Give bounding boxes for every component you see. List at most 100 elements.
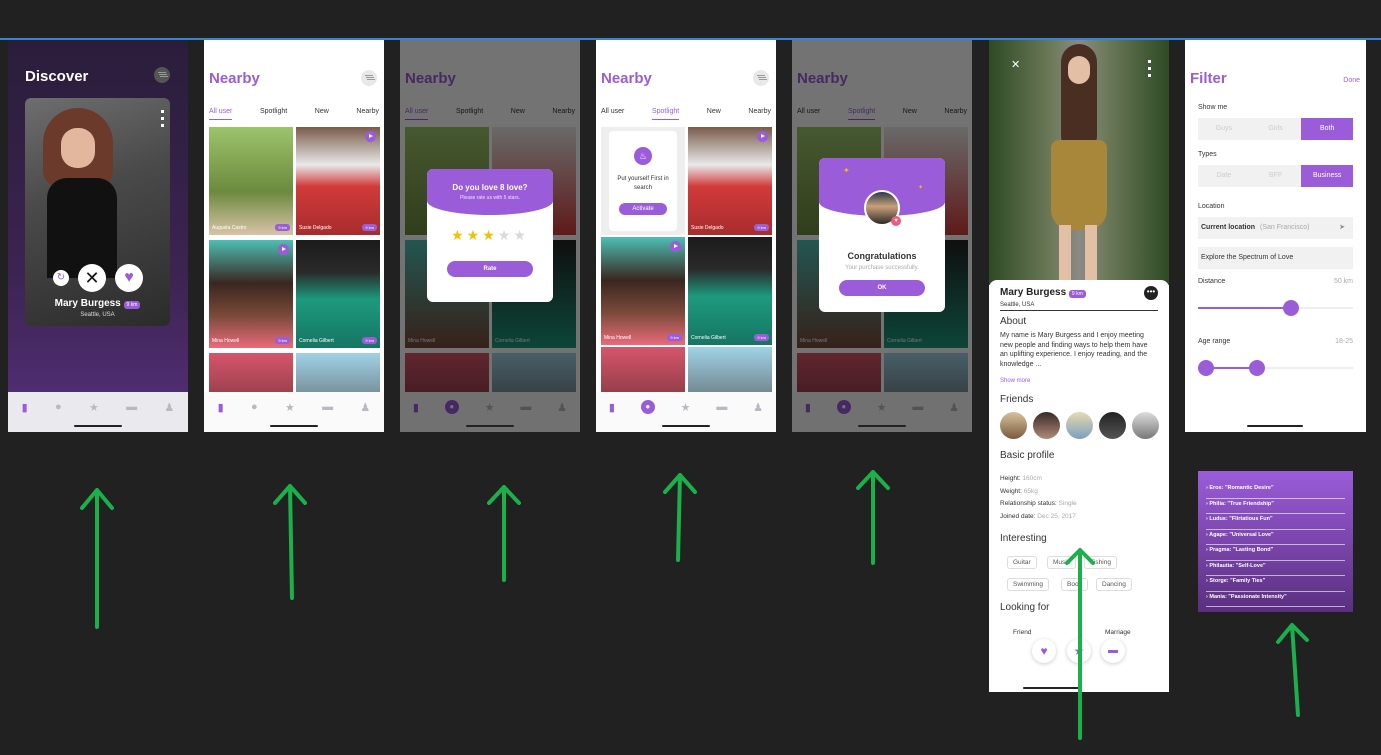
play-icon[interactable] xyxy=(757,131,768,142)
user-tile[interactable]: Cornelia Gilbert 9 km xyxy=(296,240,380,348)
current-location-field[interactable]: Current location (San Francisco) ➤ xyxy=(1198,217,1353,239)
explore-icon[interactable]: ● xyxy=(55,401,62,413)
option-bff[interactable]: BFF xyxy=(1250,165,1302,187)
spotlight-card[interactable]: ♨ Put yourself First in search Activate xyxy=(601,127,685,235)
star-rating[interactable]: ★★★★★ xyxy=(427,227,553,244)
heart-icon[interactable]: ♥ xyxy=(1032,639,1056,663)
star-icon[interactable]: ★ xyxy=(89,401,99,414)
user-icon[interactable]: ♟ xyxy=(753,401,763,414)
chat-icon[interactable]: ▬ xyxy=(1101,639,1125,663)
avatar[interactable] xyxy=(1033,412,1060,439)
user-tile[interactable]: Susie Delgado 9 km xyxy=(688,127,772,235)
filter-icon[interactable] xyxy=(753,70,769,86)
avatar[interactable] xyxy=(1000,412,1027,439)
tile-name: Mina Howell xyxy=(604,335,632,341)
chat-icon[interactable]: ▬ xyxy=(716,401,727,413)
play-icon[interactable] xyxy=(365,131,376,142)
user-tile[interactable]: Susie Delgado 9 km xyxy=(296,127,380,235)
tab-spotlight[interactable]: Spotlight xyxy=(651,108,680,120)
location-arrow-icon[interactable]: ➤ xyxy=(1339,217,1345,239)
more-options-button[interactable]: ••• xyxy=(1144,286,1158,300)
play-icon[interactable] xyxy=(278,244,289,255)
weight-row: Weight: 65kg xyxy=(1000,486,1077,499)
tag[interactable]: Book xyxy=(1061,578,1088,591)
sparkle-icon: ✦ xyxy=(917,185,923,191)
avatar[interactable] xyxy=(1099,412,1126,439)
star-icon[interactable]: ★ xyxy=(681,401,691,414)
play-icon[interactable] xyxy=(670,241,681,252)
show-more-link[interactable]: Show more xyxy=(1000,378,1030,384)
option-business[interactable]: Business xyxy=(1301,165,1354,187)
close-icon[interactable]: ✕ xyxy=(1011,58,1020,71)
tab-all-user[interactable]: All user xyxy=(209,108,233,120)
explore-icon[interactable]: ● xyxy=(640,400,655,414)
explore-icon[interactable]: ● xyxy=(251,401,258,413)
cards-icon[interactable]: ▮ xyxy=(22,401,28,414)
chat-icon[interactable]: ▬ xyxy=(322,401,333,413)
tab-spotlight[interactable]: Spotlight xyxy=(260,108,287,120)
relationship-row: Relationship status: Single xyxy=(1000,498,1077,511)
heart-badge-icon: ♥ xyxy=(891,216,901,226)
avatar[interactable] xyxy=(1066,412,1093,439)
page-title: Filter xyxy=(1190,70,1227,87)
user-tile[interactable]: Cornelia Gilbert 9 km xyxy=(688,237,772,345)
filter-icon[interactable] xyxy=(361,70,377,86)
basic-profile-list: Height: 160cm Weight: 65kg Relationship … xyxy=(1000,473,1077,523)
option-both[interactable]: Both xyxy=(1301,118,1354,140)
star-icon[interactable]: ★★★ xyxy=(451,227,498,243)
chat-icon[interactable]: ▬ xyxy=(126,401,137,413)
user-tile[interactable]: Augusta Castro 9 km xyxy=(209,127,293,235)
user-icon[interactable]: ♟ xyxy=(360,401,370,414)
tab-all-user[interactable]: All user xyxy=(601,108,624,120)
more-icon[interactable] xyxy=(1148,60,1151,80)
tag[interactable]: Guitar xyxy=(1007,556,1037,569)
tab-new[interactable]: New xyxy=(707,108,721,120)
activate-button[interactable]: Activate xyxy=(619,203,667,215)
distance-slider[interactable] xyxy=(1198,300,1353,316)
explore-field[interactable]: Explore the Spectrum of Love xyxy=(1198,247,1353,269)
like-button[interactable]: ♥ xyxy=(115,264,143,292)
dialog-subtitle: Your purchase successfully. xyxy=(845,265,919,271)
tag[interactable]: Dancing xyxy=(1096,578,1132,591)
tab-new[interactable]: New xyxy=(315,108,329,120)
more-icon[interactable] xyxy=(161,110,164,130)
home-indicator xyxy=(858,425,906,427)
user-tile[interactable]: Mina Howell 9 km xyxy=(601,237,685,345)
done-button[interactable]: Done xyxy=(1343,77,1360,84)
user-icon[interactable]: ♟ xyxy=(164,401,174,414)
tile-name: Susie Delgado xyxy=(691,225,724,231)
profile-card[interactable]: ↻ ✕ ♥ Mary Burgess 9 km Seattle, USA xyxy=(25,98,170,326)
cards-icon[interactable]: ▮ xyxy=(609,401,615,414)
tag[interactable]: Fishing xyxy=(1084,556,1117,569)
tag[interactable]: Music xyxy=(1047,556,1076,569)
user-tile[interactable]: Mina Howell 9 km xyxy=(209,240,293,348)
love-type-item: › Storge: "Family Ties" xyxy=(1206,576,1345,592)
star-empty-icon[interactable]: ★★ xyxy=(498,227,529,243)
cards-icon[interactable]: ▮ xyxy=(218,401,224,414)
avatar[interactable] xyxy=(1132,412,1159,439)
tag[interactable]: Swimming xyxy=(1007,578,1049,591)
ok-button[interactable]: OK xyxy=(839,280,925,296)
distance-slider-knob[interactable] xyxy=(1283,300,1299,316)
basic-profile-title: Basic profile xyxy=(1000,450,1055,461)
tab-nearby[interactable]: Nearby xyxy=(748,108,771,120)
star-icon[interactable]: ★ xyxy=(285,401,295,414)
option-date[interactable]: Date xyxy=(1198,165,1250,187)
dislike-button[interactable]: ✕ xyxy=(78,264,106,292)
arrow-up-icon xyxy=(663,473,697,562)
body xyxy=(47,178,117,278)
filter-icon[interactable] xyxy=(154,67,170,83)
tab-nearby[interactable]: Nearby xyxy=(356,108,379,120)
age-slider-knob-high[interactable] xyxy=(1248,360,1265,376)
tile-name: Augusta Castro xyxy=(212,225,247,231)
undo-button[interactable]: ↻ xyxy=(53,270,69,286)
congrats-dialog: ✦ ✦ ♥ Congratulations Your purchase succ… xyxy=(819,158,945,312)
home-indicator xyxy=(466,425,514,427)
rate-button[interactable]: Rate xyxy=(447,261,533,277)
option-girls[interactable]: Girls xyxy=(1250,118,1302,140)
age-slider[interactable] xyxy=(1197,360,1353,376)
age-slider-knob-low[interactable] xyxy=(1197,360,1214,376)
option-guys[interactable]: Guys xyxy=(1198,118,1250,140)
star-icon[interactable]: ★ xyxy=(1067,639,1091,663)
nearby-screen: Nearby All user Spotlight New Nearby Aug… xyxy=(204,40,384,432)
